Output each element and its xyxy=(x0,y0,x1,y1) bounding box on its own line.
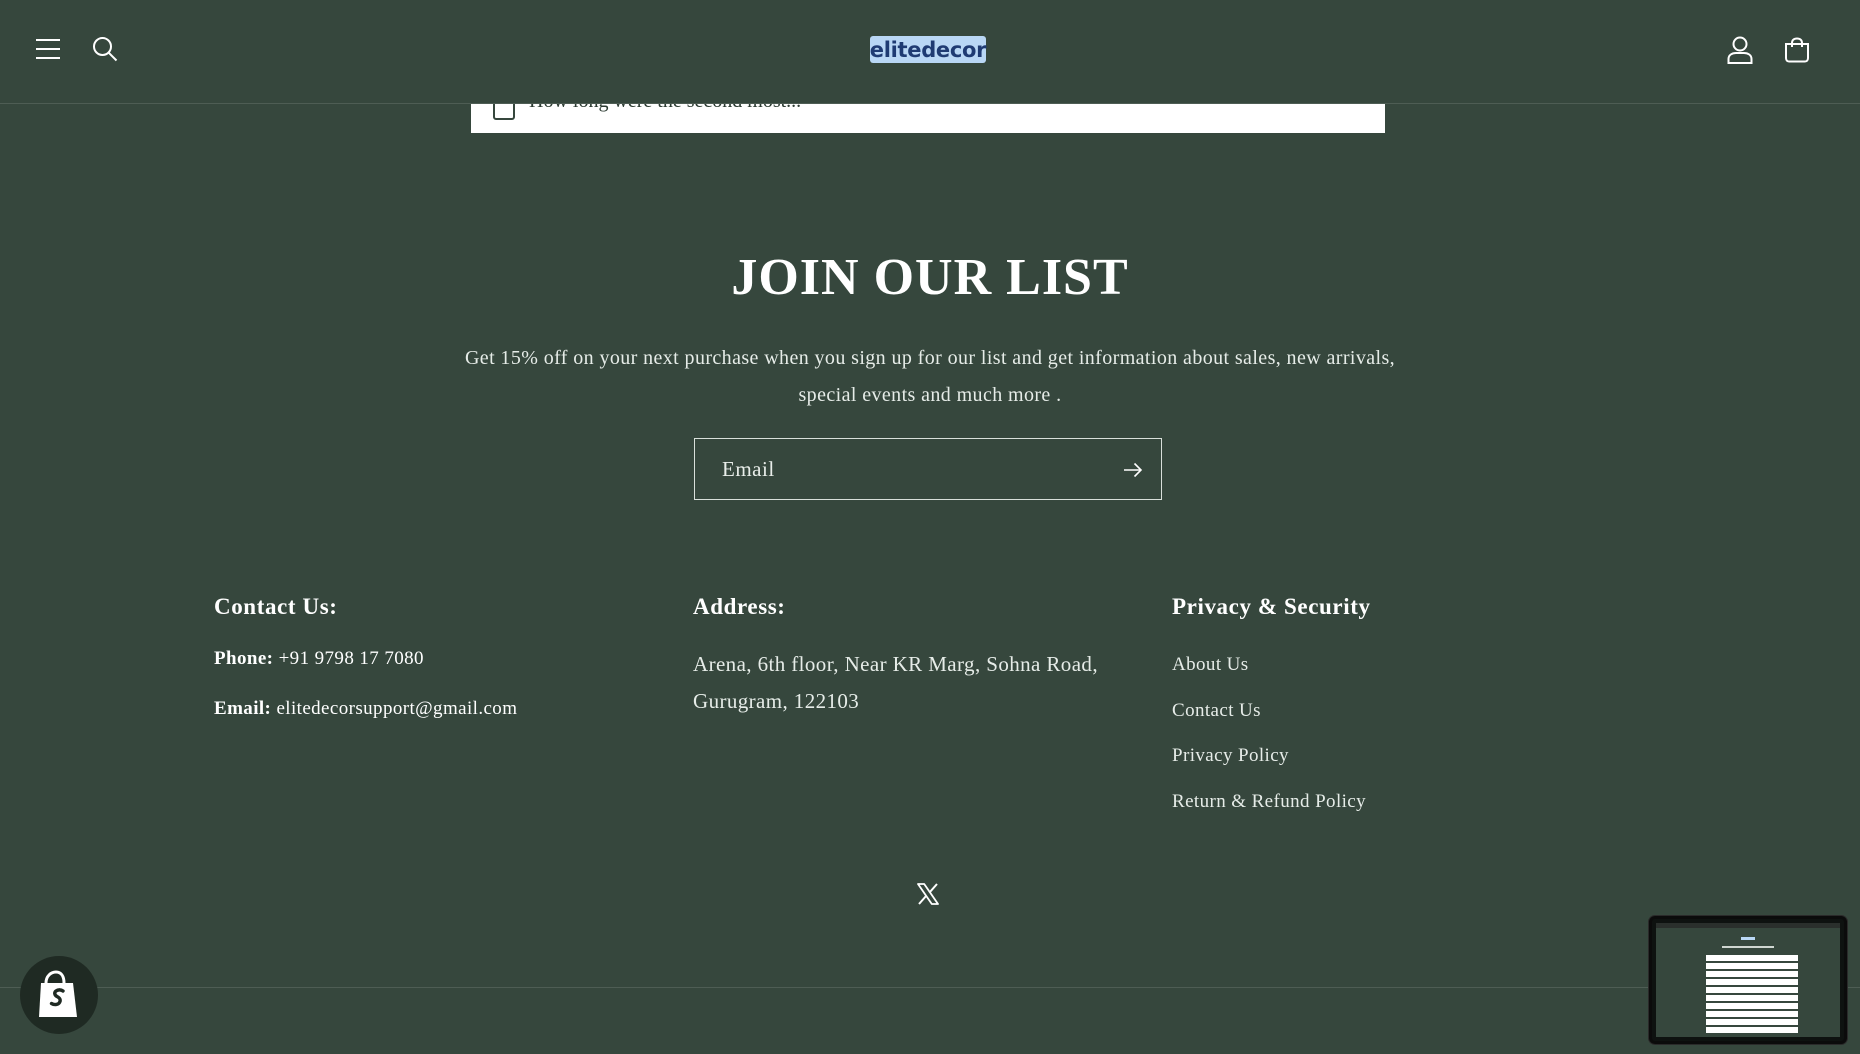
email-line: Email: elitedecorsupport@gmail.com xyxy=(214,698,517,720)
footer-links-column: Privacy & Security About Us Contact Us P… xyxy=(1172,592,1371,812)
address-text: Arena, 6th floor, Near KR Marg, Sohna Ro… xyxy=(693,652,1098,713)
shopify-bag-icon xyxy=(39,970,77,1017)
page-preview-thumbnail[interactable] xyxy=(1649,916,1847,1044)
thumbnail-row xyxy=(1706,1003,1798,1009)
footer-link-list: About Us Contact Us Privacy Policy Retur… xyxy=(1172,654,1366,836)
newsletter-form xyxy=(694,438,1162,500)
menu-button[interactable] xyxy=(28,29,68,69)
thumbnail-row xyxy=(1706,1011,1798,1017)
faq-partial-item[interactable]: How long were the second most... xyxy=(471,104,1385,133)
phone-value[interactable]: +91 9798 17 7080 xyxy=(279,648,424,669)
thumbnail-row xyxy=(1706,963,1798,969)
email-input[interactable] xyxy=(695,439,1095,499)
footer-address-column: Address: Arena, 6th floor, Near KR Marg,… xyxy=(693,592,1098,713)
x-social-link[interactable] xyxy=(915,881,941,907)
faq-question-text: How long were the second most... xyxy=(529,104,801,113)
footer-link-item: Contact Us xyxy=(1172,700,1366,746)
phone-line: Phone: +91 9798 17 7080 xyxy=(214,648,424,670)
thumbnail-logo xyxy=(1741,937,1755,940)
search-button[interactable] xyxy=(85,29,125,69)
privacy-policy-link[interactable]: Privacy Policy xyxy=(1172,745,1289,766)
contact-heading: Contact Us: xyxy=(214,594,338,619)
footer-divider xyxy=(0,987,1860,988)
account-button[interactable] xyxy=(1720,30,1760,70)
email-value[interactable]: elitedecorsupport@gmail.com xyxy=(276,698,517,719)
newsletter-title: JOIN OUR LIST xyxy=(731,249,1129,306)
thumbnail-row xyxy=(1706,1027,1798,1033)
newsletter-submit-button[interactable] xyxy=(1121,458,1145,482)
thumbnail-row xyxy=(1706,987,1798,993)
thumbnail-row xyxy=(1706,979,1798,985)
privacy-security-heading: Privacy & Security xyxy=(1172,594,1371,619)
thumbnail-browser-bar xyxy=(1656,923,1840,928)
user-icon xyxy=(1727,36,1753,64)
cart-icon xyxy=(1785,37,1809,63)
cart-button[interactable] xyxy=(1777,30,1817,70)
thumbnail-title xyxy=(1722,946,1774,948)
newsletter-description: Get 15% off on your next purchase when y… xyxy=(464,347,1396,406)
thumbnail-content xyxy=(1656,923,1840,1037)
footer-link-item: About Us xyxy=(1172,654,1366,700)
address-heading: Address: xyxy=(693,594,786,619)
contact-us-link[interactable]: Contact Us xyxy=(1172,700,1261,721)
thumbnail-row xyxy=(1706,1019,1798,1025)
search-icon xyxy=(93,37,118,62)
footer-link-item: Return & Refund Policy xyxy=(1172,791,1366,837)
hamburger-menu-icon xyxy=(36,39,60,59)
thumbnail-row xyxy=(1706,995,1798,1001)
phone-label: Phone: xyxy=(214,648,274,669)
site-logo[interactable]: elitedecor xyxy=(870,36,987,63)
arrow-right-icon xyxy=(1124,462,1143,478)
site-header: elitedecor xyxy=(0,0,1860,104)
shopify-badge[interactable] xyxy=(20,956,98,1034)
x-twitter-icon xyxy=(917,883,939,905)
return-refund-policy-link[interactable]: Return & Refund Policy xyxy=(1172,791,1366,812)
email-label: Email: xyxy=(214,698,272,719)
faq-checkbox-icon xyxy=(493,104,515,120)
footer-link-item: Privacy Policy xyxy=(1172,745,1366,791)
about-us-link[interactable]: About Us xyxy=(1172,654,1249,675)
footer-contact-column: Contact Us: Phone: +91 9798 17 7080 Emai… xyxy=(214,592,517,719)
thumbnail-row xyxy=(1706,971,1798,977)
thumbnail-row xyxy=(1706,955,1798,961)
